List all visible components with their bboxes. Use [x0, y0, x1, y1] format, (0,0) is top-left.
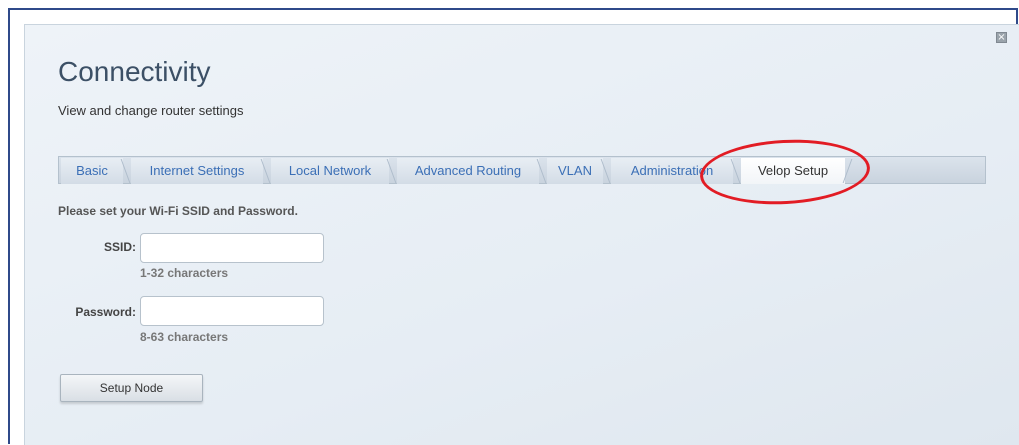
tab-basic[interactable]: Basic: [61, 158, 123, 184]
close-icon[interactable]: ×: [996, 32, 1007, 43]
tab-advanced-routing[interactable]: Advanced Routing: [397, 158, 539, 184]
page-title: Connectivity: [58, 56, 211, 87]
tab-internet-settings[interactable]: Internet Settings: [131, 158, 263, 184]
setup-node-button[interactable]: Setup Node: [60, 374, 203, 402]
ssid-label: SSID:: [103, 240, 136, 254]
password-input[interactable]: [140, 296, 324, 326]
form-instructions: Please set your Wi-Fi SSID and Password.: [58, 204, 298, 218]
tab-vlan[interactable]: VLAN: [547, 158, 603, 184]
page-subtitle: View and change router settings: [58, 103, 244, 118]
tab-local-network[interactable]: Local Network: [271, 158, 389, 184]
password-hint: 8-63 characters: [140, 330, 229, 344]
password-label: Password:: [75, 305, 136, 319]
ssid-hint: 1-32 characters: [140, 266, 229, 280]
ssid-input[interactable]: [140, 233, 324, 263]
